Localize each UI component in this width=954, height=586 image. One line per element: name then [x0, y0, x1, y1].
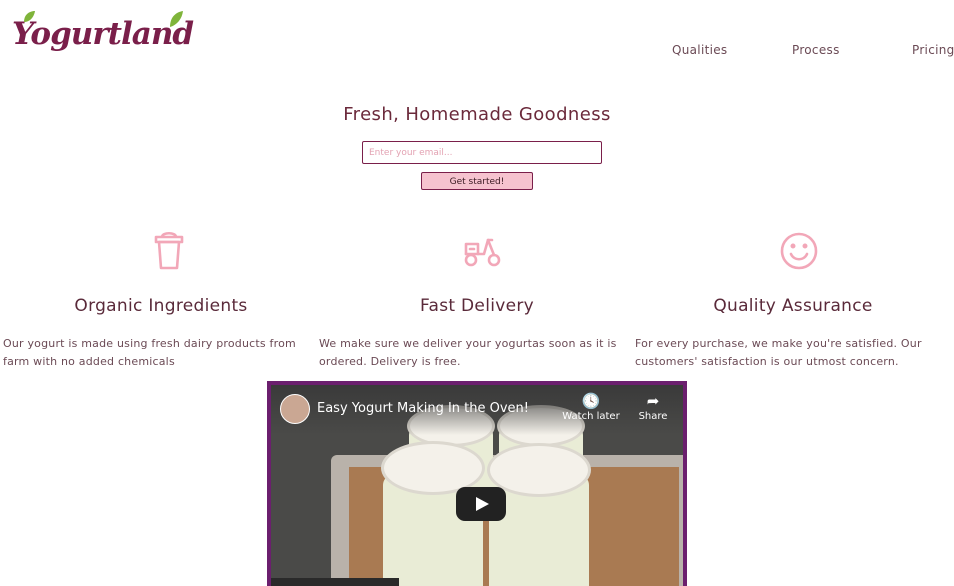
- leaf-icon: [24, 11, 35, 22]
- video-bottom-bar: [271, 578, 399, 586]
- leaf-icon: [170, 11, 183, 27]
- watch-later-label: Watch later: [562, 411, 620, 422]
- share-button[interactable]: ➦ Share: [623, 391, 683, 422]
- nav-link-qualities[interactable]: Qualities: [672, 43, 727, 57]
- feature-description: We make sure we deliver your yogurtas so…: [319, 337, 617, 368]
- feature-title: Organic Ingredients: [74, 296, 248, 316]
- feature-title: Fast Delivery: [419, 296, 535, 316]
- feature-title: Quality Assurance: [713, 296, 873, 316]
- share-icon: ➦: [646, 392, 660, 410]
- play-icon: [476, 497, 489, 511]
- scooter-icon: [464, 238, 501, 267]
- feature-description: Our yogurt is made using fresh dairy pro…: [3, 337, 296, 368]
- logo[interactable]: Yogurtland: [10, 8, 194, 66]
- nav-link-pricing[interactable]: Pricing: [912, 43, 954, 57]
- get-started-button[interactable]: Get started!: [421, 172, 533, 190]
- video-embed[interactable]: Easy Yogurt Making In the Oven! 🕓 Watch …: [267, 381, 687, 586]
- play-button[interactable]: [456, 487, 506, 521]
- share-label: Share: [638, 411, 668, 422]
- watch-later-button[interactable]: 🕓 Watch later: [561, 391, 621, 422]
- email-input[interactable]: [362, 141, 602, 164]
- video-thumbnail[interactable]: Easy Yogurt Making In the Oven! 🕓 Watch …: [271, 385, 683, 586]
- hero-title: Fresh, Homemade Goodness: [343, 104, 611, 125]
- cup-icon: [154, 231, 184, 270]
- channel-avatar[interactable]: [280, 394, 310, 424]
- logo-text: Yogurtland: [12, 16, 194, 52]
- video-title[interactable]: Easy Yogurt Making In the Oven!: [317, 401, 529, 416]
- nav-link-process[interactable]: Process: [792, 43, 840, 57]
- feature-description: For every purchase, we make you're satis…: [635, 337, 922, 368]
- smile-icon: [780, 232, 818, 270]
- clock-icon: 🕓: [581, 392, 601, 410]
